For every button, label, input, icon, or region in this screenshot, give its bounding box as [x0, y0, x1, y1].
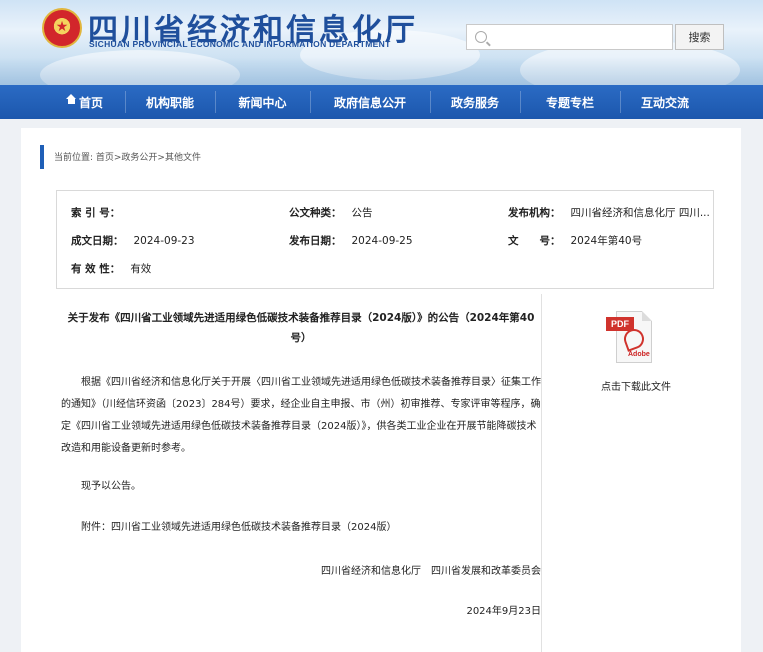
- adobe-label: Adobe: [628, 351, 650, 358]
- search-button[interactable]: 搜索: [675, 24, 724, 50]
- nav-item-interaction[interactable]: 互动交流: [620, 85, 710, 119]
- nav-item-news[interactable]: 新闻中心: [215, 85, 310, 119]
- search-icon: [475, 31, 487, 43]
- download-link[interactable]: 点击下载此文件: [581, 378, 691, 393]
- meta-published-value: 2024-09-25: [351, 235, 413, 247]
- breadcrumb[interactable]: 当前位置: 首页>政务公开>其他文件: [54, 150, 201, 163]
- meta-category-value: 公告: [351, 207, 373, 219]
- search-box: [466, 24, 673, 50]
- document-date: 2024年9月23日: [466, 606, 541, 617]
- nav-item-topics[interactable]: 专题专栏: [520, 85, 620, 119]
- national-emblem-icon: ★: [42, 8, 82, 48]
- meta-validity-value: 有效: [130, 263, 152, 275]
- document-body: 根据《四川省经济和信息化厅关于开展〈四川省工业领域先进适用绿色低碳技术装备推荐目…: [61, 377, 541, 454]
- document-meta-table: 索 引 号： 公文种类： 公告 发布机构： 四川省经济和信息化厅 四川... 成文日…: [56, 190, 714, 289]
- meta-docno-value: 2024年第40号: [570, 235, 643, 247]
- meta-publisher-value: 四川省经济和信息化厅 四川...: [570, 207, 710, 219]
- document-title: 关于发布《四川省工业领域先进适用绿色低碳技术装备推荐目录（2024版）》的公告（…: [67, 312, 535, 344]
- nav-label: 首页: [78, 95, 103, 110]
- nav-item-info-disclosure[interactable]: 政府信息公开: [310, 85, 430, 119]
- document-signers: 四川省经济和信息化厅 四川省发展和改革委员会: [321, 566, 541, 577]
- nav-item-services[interactable]: 政务服务: [430, 85, 520, 119]
- meta-created-value: 2024-09-23: [133, 235, 195, 247]
- site-subtitle: SICHUAN PROVINCIAL ECONOMIC AND INFORMAT…: [89, 39, 391, 49]
- document-attachment[interactable]: 附件：四川省工业领域先进适用绿色低碳技术装备推荐目录（2024版）: [61, 517, 543, 539]
- main-nav: 首页 机构职能 新闻中心 政府信息公开 政务服务 专题专栏 互动交流: [0, 85, 763, 119]
- nav-item-home[interactable]: 首页: [45, 85, 125, 119]
- nav-item-functions[interactable]: 机构职能: [125, 85, 215, 119]
- content-panel: 当前位置: 首页>政务公开>其他文件 索 引 号： 公文种类： 公告 发布机构：四…: [21, 128, 741, 652]
- search-input[interactable]: [493, 31, 672, 43]
- pdf-file-icon[interactable]: PDF Adobe: [606, 311, 652, 367]
- home-icon: [65, 94, 76, 106]
- header-banner: ★ 四川省经济和信息化厅 SICHUAN PROVINCIAL ECONOMIC…: [0, 0, 763, 85]
- document-announce: 现予以公告。: [81, 481, 141, 492]
